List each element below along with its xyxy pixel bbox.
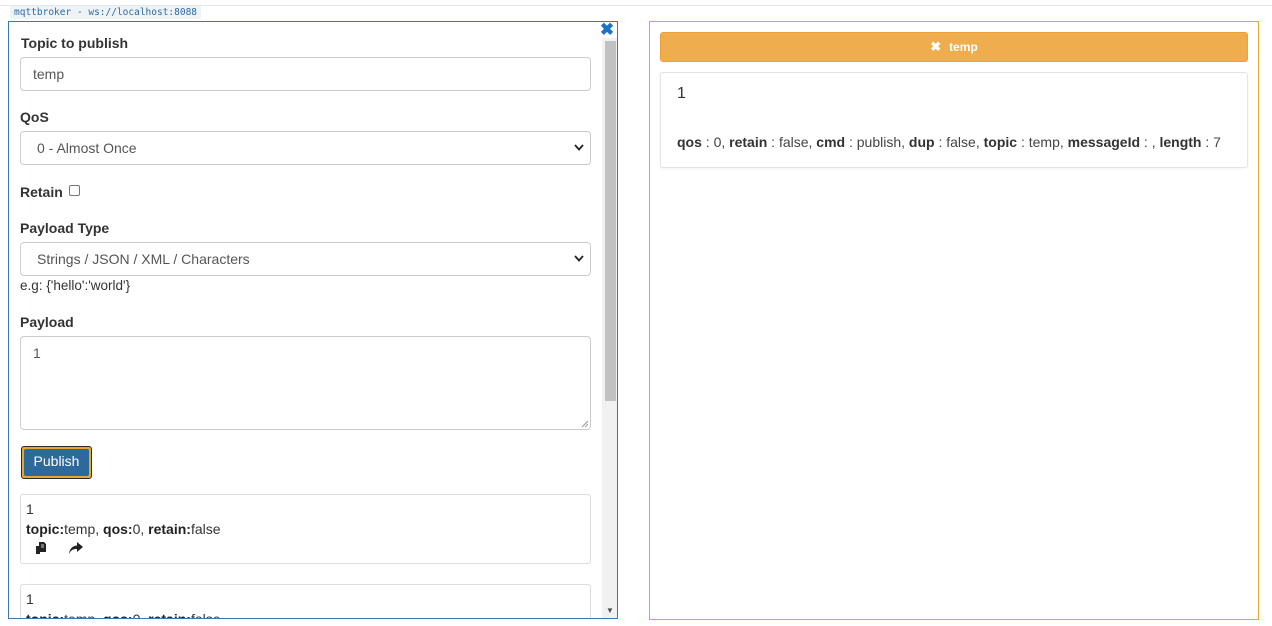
history-item: 1 topic:temp, qos:0, retain:false	[20, 494, 591, 564]
history-meta: topic:temp, qos:0, retain:false	[26, 611, 221, 619]
connection-label: mqttbroker - ws://localhost:8088	[10, 6, 202, 19]
subscription-topic-bar[interactable]: ✖ temp	[660, 32, 1248, 62]
payload-label: Payload	[20, 314, 74, 330]
payload-textarea[interactable]: 1	[20, 336, 591, 430]
topic-input[interactable]: temp	[20, 57, 591, 91]
close-icon[interactable]: ✖	[930, 39, 941, 54]
received-message: 1 qos : 0, retain : false, cmd : publish…	[660, 72, 1248, 168]
payload-type-label: Payload Type	[20, 220, 110, 236]
payload-type-selected-value: Strings / JSON / XML / Characters	[37, 251, 250, 267]
retain-checkbox[interactable]	[69, 185, 80, 196]
payload-hint: e.g: {'hello':'world'}	[20, 278, 131, 293]
history-payload: 1	[26, 501, 34, 517]
publish-button[interactable]: Publish	[21, 446, 92, 479]
resize-grip-icon[interactable]	[581, 420, 589, 428]
publish-button-label: Publish	[24, 449, 89, 476]
history-meta: topic:temp, qos:0, retain:false	[26, 521, 221, 537]
chevron-down-icon	[574, 132, 584, 164]
qos-select[interactable]: 0 - Almost Once	[20, 131, 591, 165]
qos-selected-value: 0 - Almost Once	[37, 140, 137, 156]
received-payload: 1	[677, 85, 686, 102]
scroll-down-arrow-icon[interactable]: ▼	[605, 606, 615, 616]
qos-label: QoS	[20, 109, 49, 125]
chevron-down-icon	[574, 243, 584, 275]
payload-type-select[interactable]: Strings / JSON / XML / Characters	[20, 242, 591, 276]
topic-label: Topic to publish	[21, 35, 129, 51]
history-item: 1 topic:temp, qos:0, retain:false	[20, 584, 591, 619]
scrollbar-thumb[interactable]	[605, 41, 616, 401]
subscription-topic: temp	[949, 40, 978, 54]
copy-icon[interactable]	[34, 541, 50, 555]
retain-label: Retain	[20, 184, 63, 200]
close-icon[interactable]: ✖	[599, 22, 615, 38]
share-icon[interactable]	[68, 541, 84, 555]
history-payload: 1	[26, 591, 34, 607]
subscription-panel: ✖ temp 1 qos : 0, retain : false, cmd : p…	[649, 21, 1259, 620]
payload-text: 1	[33, 345, 41, 361]
publish-panel: ✖ ▼ Topic to publish temp QoS 0 - Almost…	[8, 21, 618, 619]
received-meta: qos : 0, retain : false, cmd : publish, …	[677, 134, 1221, 150]
